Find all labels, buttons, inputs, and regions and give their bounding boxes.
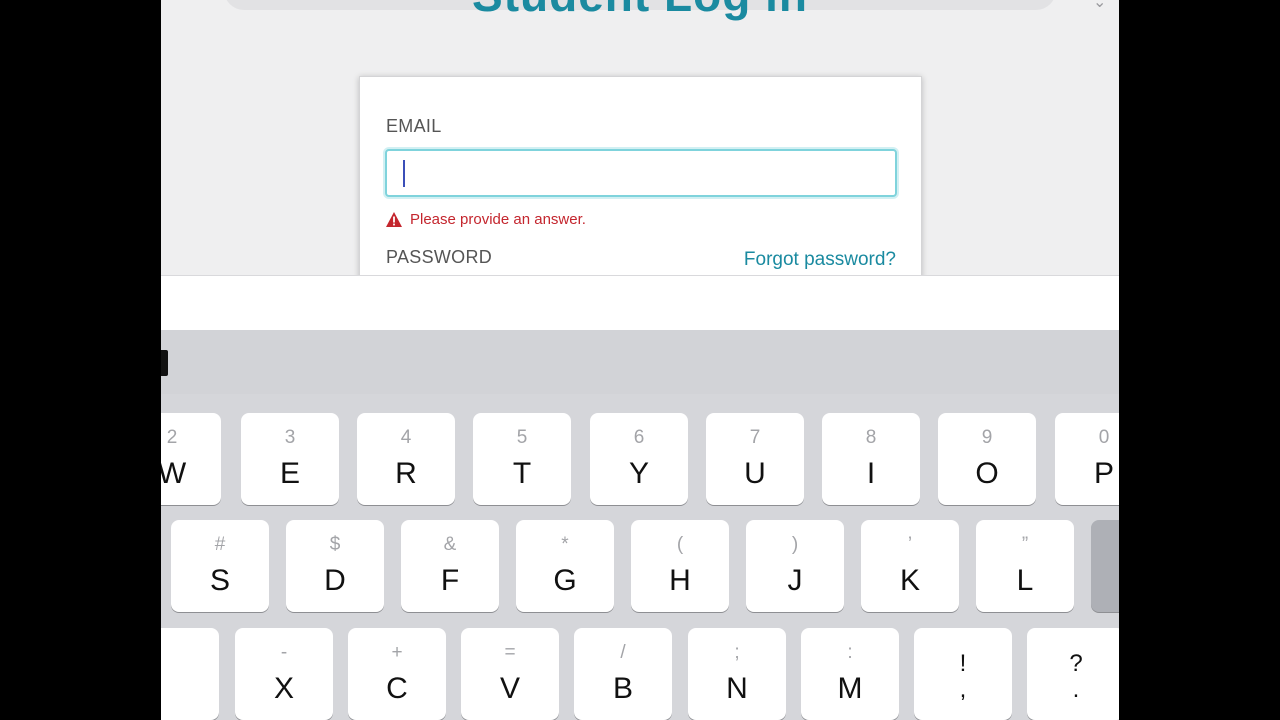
text-caret [403, 160, 405, 187]
key-z[interactable]: % Z [161, 628, 219, 720]
forgot-password-link[interactable]: Forgot password? [744, 249, 896, 271]
key-o[interactable]: 9 O [938, 413, 1036, 505]
login-card: EMAIL Please provide an answer. PASSWORD… [359, 76, 922, 308]
key-i[interactable]: 8 I [822, 413, 920, 505]
keyboard-tool-icon[interactable] [161, 350, 168, 376]
key-w[interactable]: 2 W [161, 413, 221, 505]
email-field[interactable] [387, 151, 895, 195]
key-d[interactable]: $ D [286, 520, 384, 612]
key-g[interactable]: * G [516, 520, 614, 612]
key-c[interactable]: + C [348, 628, 446, 720]
suggestion-strip [161, 330, 1119, 394]
key-l[interactable]: ” L [976, 520, 1074, 612]
keyboard-accessory-bar [161, 275, 1119, 331]
email-error: Please provide an answer. [386, 211, 586, 228]
on-screen-keyboard: 2 W 3 E 4 R 5 T 6 Y 7 U 8 I 9 O 0 P # S … [161, 330, 1119, 720]
key-comma[interactable]: ! , [914, 628, 1012, 720]
warning-icon [386, 212, 402, 227]
key-f[interactable]: & F [401, 520, 499, 612]
key-n[interactable]: ; N [688, 628, 786, 720]
key-j[interactable]: ) J [746, 520, 844, 612]
key-h[interactable]: ( H [631, 520, 729, 612]
key-r[interactable]: 4 R [357, 413, 455, 505]
key-y[interactable]: 6 Y [590, 413, 688, 505]
key-k[interactable]: ’ K [861, 520, 959, 612]
page-title: Student Log in [161, 0, 1119, 22]
return-key[interactable] [1091, 520, 1119, 612]
key-m[interactable]: : M [801, 628, 899, 720]
email-field-wrapper[interactable] [385, 149, 897, 197]
email-label: EMAIL [386, 116, 442, 136]
key-x[interactable]: - X [235, 628, 333, 720]
key-s[interactable]: # S [171, 520, 269, 612]
key-u[interactable]: 7 U [706, 413, 804, 505]
key-b[interactable]: / B [574, 628, 672, 720]
key-v[interactable]: = V [461, 628, 559, 720]
key-t[interactable]: 5 T [473, 413, 571, 505]
password-label: PASSWORD [386, 247, 493, 267]
app-screen: ⌄ Student Log in EMAIL Please provide an… [161, 0, 1119, 720]
key-p[interactable]: 0 P [1055, 413, 1119, 505]
key-e[interactable]: 3 E [241, 413, 339, 505]
error-message: Please provide an answer. [410, 211, 586, 228]
key-period[interactable]: ? . [1027, 628, 1119, 720]
